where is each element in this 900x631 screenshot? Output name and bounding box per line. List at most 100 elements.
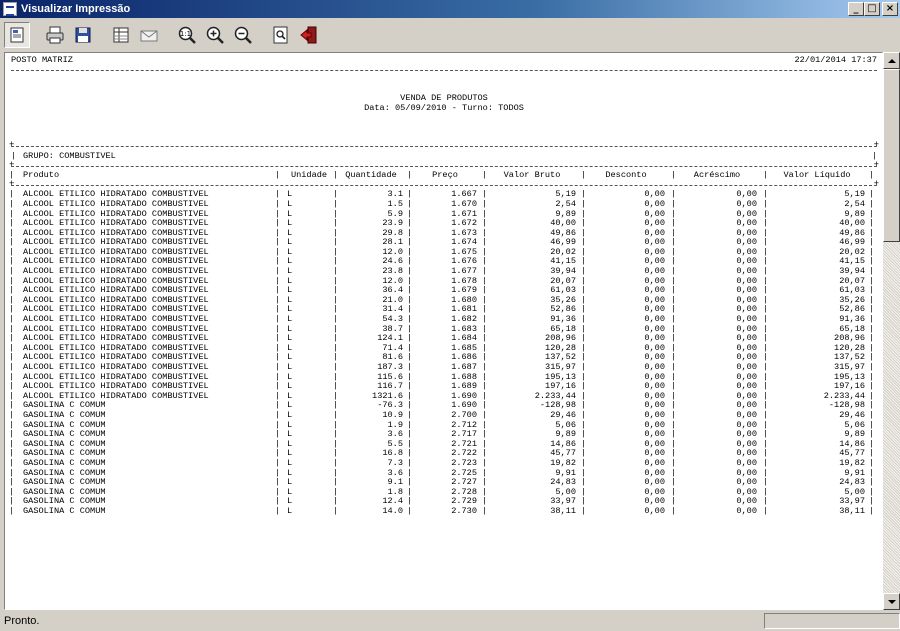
export-button[interactable] xyxy=(108,22,134,48)
report-export-icon xyxy=(113,27,129,43)
column-header-quantity: Quantidade xyxy=(345,170,397,181)
column-header-product: Produto xyxy=(23,170,60,181)
zoom-out-icon xyxy=(234,26,252,44)
arrow-down-icon xyxy=(887,599,896,604)
cell-price: 2.730 xyxy=(451,505,477,516)
cell-unit: L xyxy=(287,457,293,468)
table-row: | | | | | | | | | GASOLINA C COMUM L 14.0 2.730 38,11… xyxy=(9,505,877,517)
column-header-discount: Desconto xyxy=(605,170,647,181)
cell-unit: L xyxy=(287,400,293,411)
cell-unit: L xyxy=(287,256,293,267)
cell-unit: L xyxy=(287,333,293,344)
cell-unit: L xyxy=(287,266,293,277)
cell-unit: L xyxy=(287,227,293,238)
cell-gross-value: 38,11 xyxy=(550,505,576,516)
page-setup-button[interactable] xyxy=(4,22,30,48)
column-separator: | xyxy=(407,505,413,516)
cell-unit: L xyxy=(287,362,293,372)
page-setup-icon xyxy=(10,27,24,43)
close-button[interactable]: × xyxy=(882,2,898,16)
cell-unit: L xyxy=(287,409,293,420)
column-header-gross-value: Valor Bruto xyxy=(503,170,561,181)
column-separator: | xyxy=(581,170,587,181)
zoom-in-icon xyxy=(206,26,224,44)
cell-unit: L xyxy=(287,275,293,286)
column-separator: | xyxy=(333,505,339,516)
column-separator: | xyxy=(763,170,769,181)
cell-unit: L xyxy=(287,246,293,257)
save-disk-icon xyxy=(75,27,91,43)
column-separator: | xyxy=(869,505,875,516)
cell-surcharge: 0,00 xyxy=(736,505,757,516)
arrow-up-icon xyxy=(887,58,896,63)
cell-unit: L xyxy=(287,467,293,478)
group-label: GRUPO: COMBUSTIVEL xyxy=(23,150,116,161)
table-header: | | | | | | | | | Produto Unidade Quantidade Preço Va… xyxy=(9,170,877,181)
cell-unit: L xyxy=(287,477,293,488)
cell-unit: L xyxy=(287,294,293,305)
column-separator: | xyxy=(9,505,15,516)
toolbar: 1:1 xyxy=(0,18,900,52)
column-separator: | xyxy=(482,170,488,181)
status-text: Pronto. xyxy=(4,615,40,627)
column-separator: | xyxy=(482,505,488,516)
window-title: Visualizar Impressão xyxy=(21,3,131,15)
cell-product: GASOLINA C COMUM xyxy=(23,505,106,516)
cell-unit: L xyxy=(287,429,293,440)
scroll-up-button[interactable] xyxy=(883,52,900,69)
cell-discount: 0,00 xyxy=(644,505,665,516)
cell-unit: L xyxy=(287,218,293,229)
table-body: | | | | | | | | | ALCOOL ETILICO HIDRATADO COMBUS… xyxy=(9,189,877,517)
cell-quantity: 14.0 xyxy=(382,505,403,516)
report-datetime: 22/01/2014 17:37 xyxy=(794,55,877,65)
cell-unit: L xyxy=(287,189,293,200)
cell-unit: L xyxy=(287,438,293,449)
cell-unit: L xyxy=(287,419,293,430)
column-separator: | xyxy=(333,170,339,181)
scroll-down-button[interactable] xyxy=(883,593,900,610)
svg-text:1:1: 1:1 xyxy=(180,30,191,38)
vertical-scrollbar[interactable] xyxy=(883,52,900,610)
cell-unit: L xyxy=(287,352,293,363)
minimize-button[interactable]: _ xyxy=(848,2,864,16)
exit-door-icon xyxy=(300,26,317,44)
column-separator: | xyxy=(671,505,677,516)
cell-unit: L xyxy=(287,448,293,459)
exit-button[interactable] xyxy=(296,22,322,48)
column-header-surcharge: Acréscimo xyxy=(693,170,741,181)
column-separator: | xyxy=(763,505,769,516)
company-name: POSTO MATRIZ xyxy=(11,55,73,65)
zoom-in-button[interactable] xyxy=(202,22,228,48)
window-controls: _ □ × xyxy=(848,2,898,16)
email-envelope-icon xyxy=(140,30,158,42)
search-page-button[interactable] xyxy=(268,22,294,48)
column-header-unit: Unidade xyxy=(290,170,328,181)
column-separator: | xyxy=(275,170,281,181)
cell-net-value: 38,11 xyxy=(839,505,865,516)
cell-unit: L xyxy=(287,237,293,248)
cell-unit: L xyxy=(287,381,293,392)
column-header-net-value: Valor Líquido xyxy=(783,170,851,181)
cell-unit: L xyxy=(287,323,293,334)
print-button[interactable] xyxy=(42,22,68,48)
column-header-price: Preço xyxy=(432,170,458,181)
column-separator: | xyxy=(671,170,677,181)
save-button[interactable] xyxy=(70,22,96,48)
scroll-thumb[interactable] xyxy=(883,69,900,242)
column-separator: | xyxy=(581,505,587,516)
preview-area[interactable]: POSTO MATRIZ 22/01/2014 17:37 VENDA DE P… xyxy=(4,52,883,610)
zoom-actual-button[interactable]: 1:1 xyxy=(174,22,200,48)
title-bar[interactable]: Visualizar Impressão _ □ × xyxy=(0,0,900,18)
column-separator: | xyxy=(275,505,281,516)
status-bar: Pronto. xyxy=(0,611,900,631)
report-subtitle: Data: 05/09/2010 - Turno: TODOS xyxy=(364,102,524,113)
cell-unit: L xyxy=(287,208,293,219)
email-button[interactable] xyxy=(136,22,162,48)
cell-unit: L xyxy=(287,486,293,497)
cell-unit: L xyxy=(287,285,293,296)
maximize-button[interactable]: □ xyxy=(864,2,880,16)
zoom-actual-icon: 1:1 xyxy=(178,26,196,44)
cell-unit: L xyxy=(287,496,293,507)
zoom-out-button[interactable] xyxy=(230,22,256,48)
status-pane xyxy=(764,613,900,629)
